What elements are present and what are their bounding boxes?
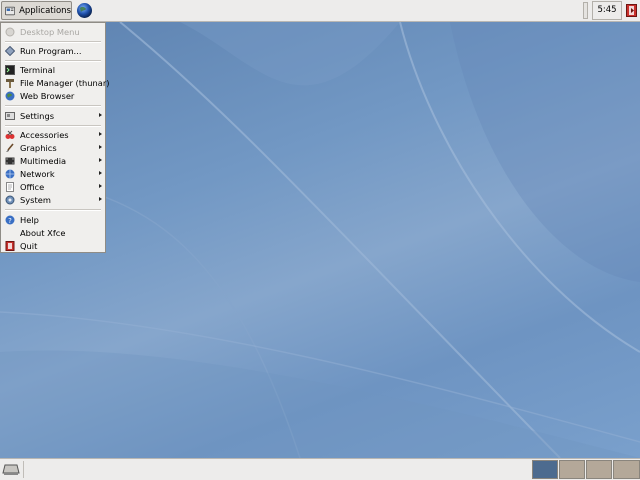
- menu-separator: [5, 125, 101, 127]
- menu-item-label: Run Program...: [20, 45, 82, 56]
- submenu-arrow-icon: [99, 171, 102, 175]
- submenu-arrow-icon: [99, 145, 102, 149]
- bottom-panel: [0, 458, 640, 480]
- file-manager-icon: [6, 78, 14, 88]
- menu-item-accessories[interactable]: Accessories: [3, 128, 103, 141]
- applications-label: Applications: [19, 5, 71, 16]
- menu-item-run-program[interactable]: Run Program...: [3, 44, 103, 57]
- help-icon: ?: [5, 215, 15, 225]
- office-icon: [6, 181, 14, 192]
- workspace-2[interactable]: [559, 460, 585, 479]
- menu-separator: [5, 60, 101, 62]
- menu-item-quit[interactable]: Quit: [3, 239, 103, 252]
- about-icon: [5, 228, 15, 238]
- submenu-arrow-icon: [99, 197, 102, 201]
- menu-separator: [5, 41, 101, 43]
- submenu-arrow-icon: [99, 113, 102, 117]
- applications-menu: Desktop Menu Run Program... Terminal Fil…: [0, 22, 110, 253]
- menu-item-label: Web Browser: [20, 90, 75, 101]
- workspace-4[interactable]: [613, 460, 640, 479]
- show-desktop-icon[interactable]: [2, 462, 20, 477]
- workspace-1[interactable]: [532, 460, 558, 479]
- menu-separator: [5, 105, 101, 107]
- clock[interactable]: 5:45: [592, 1, 622, 20]
- menu-item-label: System: [20, 194, 51, 205]
- applications-menu-button[interactable]: Applications: [1, 1, 72, 20]
- menu-item-label: Terminal: [20, 64, 56, 75]
- quit-icon: [5, 240, 15, 251]
- xfce-menu-icon: [5, 6, 16, 15]
- multimedia-icon: [5, 157, 15, 164]
- taskbar-separator: [23, 461, 24, 478]
- menu-item-system[interactable]: System: [3, 193, 103, 206]
- run-icon: [5, 45, 15, 56]
- workspace-3[interactable]: [586, 460, 612, 479]
- menu-item-label: File Manager (thunar): [20, 77, 110, 88]
- logout-icon[interactable]: [626, 4, 637, 17]
- menu-item-label: Settings: [20, 110, 55, 121]
- submenu-arrow-icon: [99, 132, 102, 136]
- top-panel: Applications 5:45: [0, 0, 640, 22]
- menu-item-label: Accessories: [20, 129, 69, 140]
- menu-item-label: Desktop Menu: [20, 26, 80, 37]
- menu-item-settings[interactable]: Settings: [3, 109, 103, 122]
- menu-item-desktop-menu: Desktop Menu: [3, 25, 103, 38]
- web-browser-launcher-icon[interactable]: [76, 2, 93, 19]
- menu-item-network[interactable]: Network: [3, 167, 103, 180]
- system-icon: [5, 195, 15, 204]
- menu-item-label: Office: [20, 181, 45, 192]
- submenu-arrow-icon: [99, 184, 102, 188]
- menu-item-about-xfce[interactable]: About Xfce: [3, 226, 103, 239]
- tray-handle[interactable]: [583, 2, 588, 19]
- menu-item-multimedia[interactable]: Multimedia: [3, 154, 103, 167]
- menu-item-graphics[interactable]: Graphics: [3, 141, 103, 154]
- web-browser-icon: [5, 91, 15, 100]
- menu-item-label: Multimedia: [20, 155, 67, 166]
- menu-item-help[interactable]: ? Help: [3, 213, 103, 226]
- menu-item-label: About Xfce: [20, 227, 66, 238]
- menu-item-office[interactable]: Office: [3, 180, 103, 193]
- svg-text:?: ?: [8, 217, 12, 225]
- menu-item-terminal[interactable]: Terminal: [3, 63, 103, 76]
- terminal-icon: [5, 64, 15, 75]
- menu-item-label: Graphics: [20, 142, 57, 153]
- menu-separator: [5, 209, 101, 211]
- menu-item-label: Help: [20, 214, 39, 225]
- graphics-icon: [6, 142, 14, 152]
- menu-item-label: Quit: [20, 240, 38, 251]
- menu-item-label: Network: [20, 168, 55, 179]
- submenu-arrow-icon: [99, 158, 102, 162]
- menu-item-file-manager[interactable]: File Manager (thunar): [3, 76, 110, 89]
- accessories-icon: [5, 130, 15, 139]
- menu-item-web-browser[interactable]: Web Browser: [3, 89, 103, 102]
- network-icon: [5, 169, 15, 178]
- desktop-menu-icon: [5, 27, 15, 36]
- settings-icon: [5, 111, 15, 120]
